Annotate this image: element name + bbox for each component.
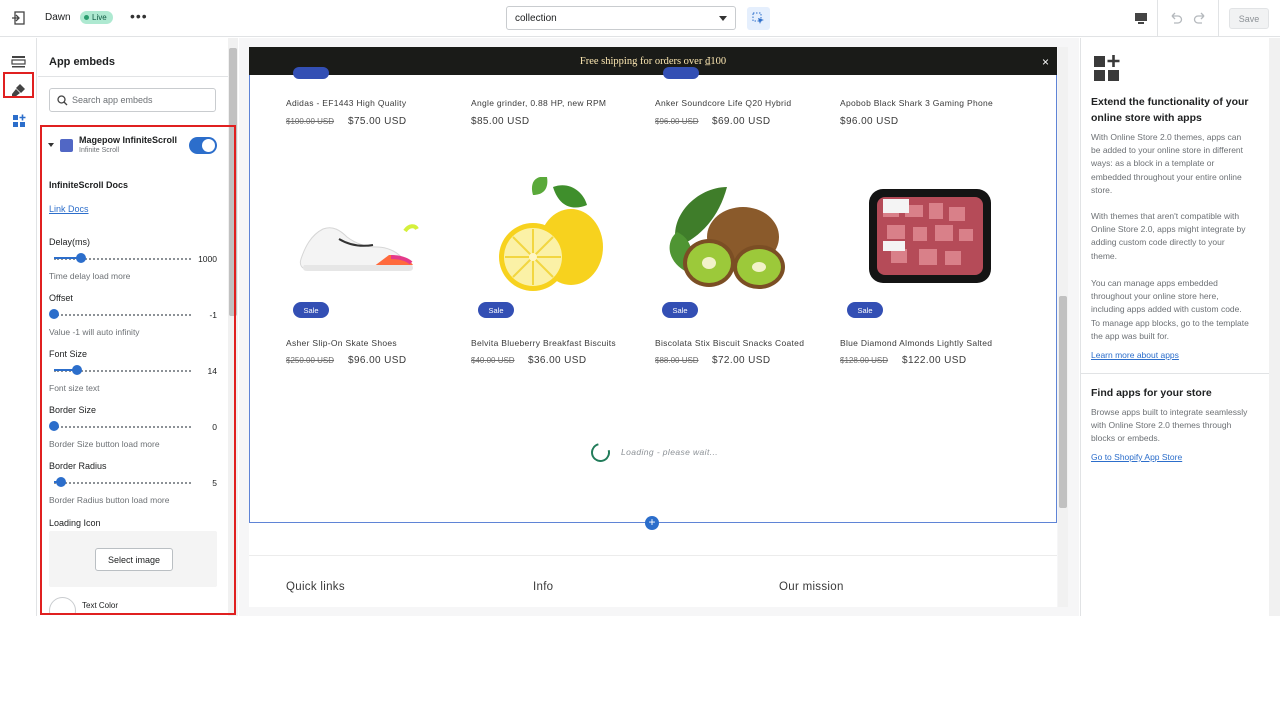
setting-help-text: Border Radius button load more (49, 495, 170, 505)
find-apps-title: Find apps for your store (1091, 387, 1212, 399)
slider-value: 1000 (198, 254, 217, 264)
right-paragraph-2: With themes that aren't compatible with … (1091, 211, 1246, 261)
top-bar: Dawn Live ••• collection Save (0, 0, 1280, 37)
slider-value: -1 (209, 310, 217, 320)
slider-handle[interactable] (49, 309, 59, 319)
more-actions-button[interactable]: ••• (130, 8, 148, 24)
left-rail (0, 38, 37, 616)
footer-quick-links: Quick links (286, 581, 345, 593)
text-color-label: Text Color (82, 601, 119, 610)
undo-icon[interactable] (1168, 10, 1184, 26)
app-embed-toggle[interactable] (189, 137, 217, 154)
find-apps-text: Browse apps built to integrate seamlessl… (1091, 407, 1248, 444)
setting-label: Border Size (49, 405, 97, 415)
panel-title: App embeds (49, 56, 116, 68)
highlight-box (3, 72, 34, 98)
setting-help-text: Time delay load more (49, 271, 131, 281)
live-badge: Live (80, 11, 113, 24)
app-embed-subtitle: Infinite Scroll (79, 147, 120, 154)
footer-our-mission: Our mission (779, 581, 844, 593)
redo-icon[interactable] (1192, 10, 1208, 26)
setting-label: Border Radius (49, 461, 107, 471)
slider-value: 0 (212, 422, 217, 432)
text-color-swatch[interactable] (49, 597, 76, 613)
selected-section-outline (249, 75, 1057, 523)
inspector-button[interactable] (747, 7, 770, 30)
sections-icon[interactable] (10, 53, 27, 70)
search-icon (57, 95, 68, 108)
collapse-caret-icon[interactable] (48, 143, 54, 147)
right-scrollbar[interactable] (1269, 38, 1280, 616)
announcement-text: Free shipping for orders over ₫100 (579, 55, 727, 67)
divider (1157, 0, 1158, 37)
slider-handle[interactable] (76, 253, 87, 263)
app-logo-icon (60, 139, 73, 152)
search-placeholder: Search app embeds (72, 95, 153, 105)
image-picker: Select image (49, 531, 217, 587)
docs-link[interactable]: Link Docs (49, 204, 89, 214)
preview-scrollbar-thumb[interactable] (1059, 296, 1067, 508)
slider-handle[interactable] (49, 421, 59, 431)
learn-more-link[interactable]: Learn more about apps (1091, 350, 1179, 360)
add-section-plus-icon[interactable]: + (645, 516, 659, 530)
template-select-value: collection (515, 12, 557, 24)
divider (1218, 0, 1219, 37)
right-info-panel: Extend the functionality of your online … (1080, 38, 1269, 616)
search-input[interactable]: Search app embeds (49, 88, 216, 112)
loading-icon-label: Loading Icon (49, 518, 101, 528)
desktop-preview-icon[interactable] (1133, 10, 1149, 26)
slider-track[interactable] (54, 426, 191, 428)
slider-value: 14 (207, 366, 217, 376)
right-title: Extend the functionality of your online … (1091, 96, 1249, 124)
template-select[interactable]: collection (506, 6, 736, 30)
exit-icon[interactable] (10, 10, 26, 26)
inspect-icon (752, 12, 764, 24)
footer-divider (249, 555, 1057, 556)
right-paragraph-1: With Online Store 2.0 themes, apps can b… (1091, 132, 1244, 195)
slider-value: 5 (212, 478, 217, 488)
slider-track[interactable] (54, 314, 191, 316)
save-button[interactable]: Save (1229, 8, 1269, 29)
app-embed-name: Magepow InfiniteScroll (79, 135, 178, 145)
preview-frame: Free shipping for orders over ₫100 × Adi… (249, 47, 1057, 607)
app-store-link[interactable]: Go to Shopify App Store (1091, 452, 1182, 462)
divider (38, 76, 237, 77)
apps-plus-icon (1092, 54, 1122, 84)
divider (1081, 373, 1269, 374)
toggle-knob (202, 139, 215, 152)
close-icon[interactable]: × (1042, 55, 1049, 69)
setting-label: Offset (49, 293, 73, 303)
docs-title: InfiniteScroll Docs (49, 180, 129, 190)
live-label: Live (92, 13, 107, 22)
app-embeds-icon[interactable] (10, 112, 27, 129)
slider-handle[interactable] (72, 365, 83, 375)
setting-label: Font Size (49, 349, 88, 359)
announcement-bar: Free shipping for orders over ₫100 × (249, 47, 1057, 75)
footer-info: Info (533, 581, 554, 593)
setting-help-text: Border Size button load more (49, 439, 160, 449)
app-embed-card: Magepow InfiniteScroll Infinite Scroll I… (40, 125, 236, 615)
setting-help-text: Font size text (49, 383, 100, 393)
right-paragraph-3: You can manage apps embedded throughout … (1091, 278, 1249, 341)
chevron-down-icon (719, 16, 727, 21)
live-dot (84, 15, 89, 20)
theme-name: Dawn (45, 12, 71, 23)
select-image-button[interactable]: Select image (95, 548, 173, 571)
setting-help-text: Value -1 will auto infinity (49, 327, 140, 337)
slider-handle[interactable] (55, 477, 66, 487)
slider-track[interactable] (54, 482, 191, 484)
setting-label: Delay(ms) (49, 237, 91, 247)
